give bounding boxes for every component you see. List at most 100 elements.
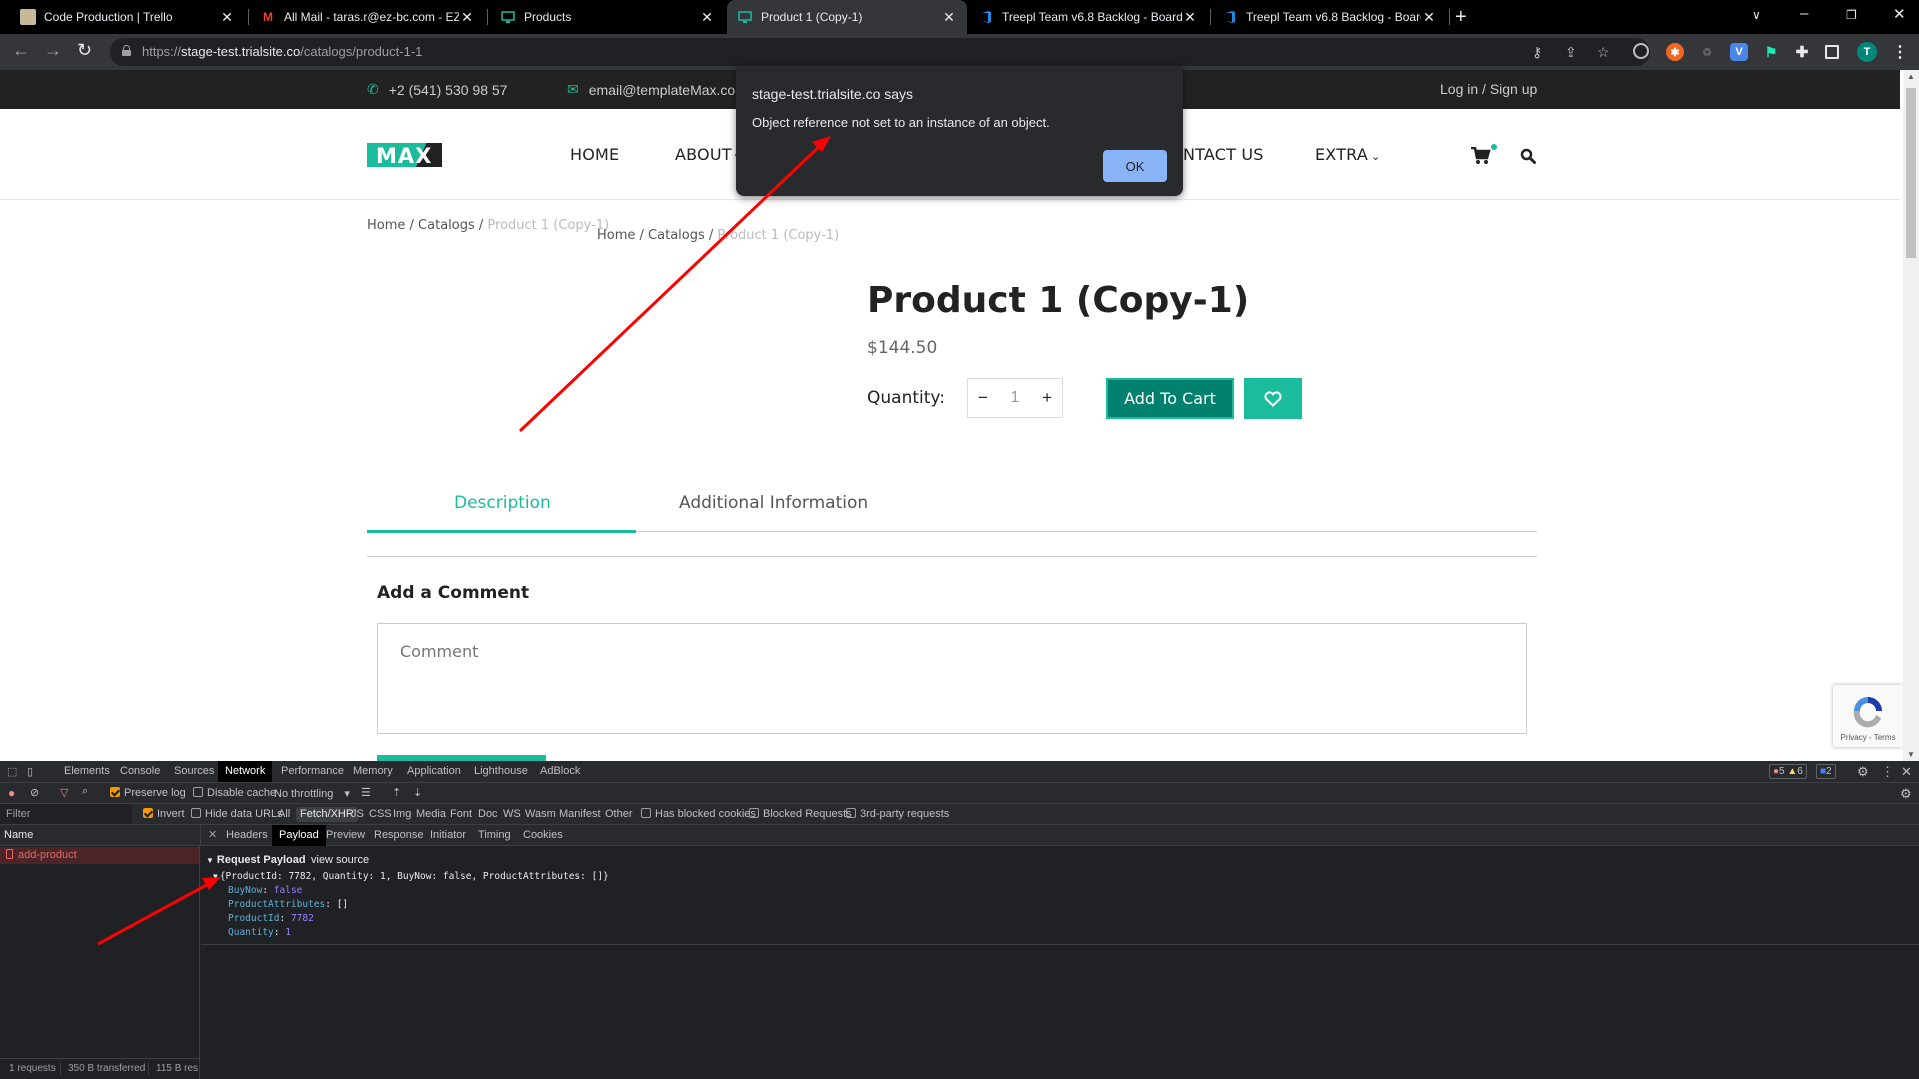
filter-type-wasm[interactable]: Wasm bbox=[521, 807, 560, 822]
devtools-tab-elements[interactable]: Elements bbox=[57, 761, 117, 782]
comment-textarea[interactable] bbox=[377, 623, 1527, 734]
quantity-input[interactable]: 1 bbox=[1011, 389, 1020, 407]
extension-v-icon[interactable]: V bbox=[1730, 43, 1748, 61]
close-detail-icon[interactable]: ✕ bbox=[208, 828, 217, 841]
view-source-link[interactable]: view source bbox=[311, 854, 369, 866]
close-tab-icon[interactable]: ✕ bbox=[219, 9, 235, 26]
throttling-select[interactable]: No throttling ▾ bbox=[274, 787, 350, 800]
add-to-cart-button[interactable]: Add To Cart bbox=[1106, 378, 1234, 419]
filter-type-all[interactable]: All bbox=[274, 807, 294, 822]
extensions-puzzle-icon[interactable]: ✚ bbox=[1793, 43, 1811, 61]
record-icon[interactable]: ● bbox=[8, 786, 15, 800]
close-window-button[interactable]: ✕ bbox=[1893, 5, 1906, 23]
new-tab-button[interactable]: + bbox=[1455, 6, 1467, 29]
close-tab-icon[interactable]: ✕ bbox=[1182, 9, 1198, 26]
issues-counter[interactable]: ●5 ▲6 bbox=[1769, 764, 1807, 779]
reload-button[interactable]: ↻ bbox=[77, 40, 92, 61]
devtools-tab-sources[interactable]: Sources bbox=[167, 761, 221, 782]
url-text[interactable]: https://stage-test.trialsite.co/catalogs… bbox=[142, 44, 422, 59]
close-tab-icon[interactable]: ✕ bbox=[459, 9, 475, 26]
device-toolbar-icon[interactable]: ▯ bbox=[27, 765, 33, 778]
filter-type-media[interactable]: Media bbox=[412, 807, 450, 822]
share-icon[interactable]: ⇪ bbox=[1565, 44, 1577, 61]
back-button[interactable]: ← bbox=[12, 40, 30, 61]
dialog-ok-button[interactable]: OK bbox=[1103, 150, 1167, 182]
network-settings-icon[interactable]: ⚙ bbox=[1900, 786, 1912, 802]
login-signup-link[interactable]: Log in / Sign up bbox=[1440, 81, 1537, 97]
quantity-increment-button[interactable]: + bbox=[1042, 388, 1052, 408]
detail-tab-timing[interactable]: Timing bbox=[471, 825, 518, 846]
hide-data-urls-checkbox[interactable]: Hide data URLs bbox=[191, 808, 283, 820]
detail-tab-preview[interactable]: Preview bbox=[319, 825, 372, 846]
third-party-requests-checkbox[interactable]: 3rd-party requests bbox=[846, 808, 949, 820]
export-har-icon[interactable]: ⇣ bbox=[413, 786, 422, 799]
email-contact[interactable]: ✉ email@templateMax.co bbox=[567, 81, 735, 98]
breadcrumb-home[interactable]: Home bbox=[367, 218, 405, 233]
filter-type-doc[interactable]: Doc bbox=[474, 807, 502, 822]
devtools-tab-performance[interactable]: Performance bbox=[274, 761, 351, 782]
search-icon[interactable]: ⌕ bbox=[82, 785, 88, 798]
side-panel-icon[interactable] bbox=[1825, 45, 1839, 59]
cart-icon[interactable] bbox=[1471, 147, 1491, 165]
quantity-decrement-button[interactable]: − bbox=[978, 388, 988, 408]
filter-funnel-icon[interactable]: ▽ bbox=[60, 786, 68, 799]
devtools-tab-adblock[interactable]: AdBlock bbox=[533, 761, 587, 782]
recycle-extension-icon[interactable]: ♻ bbox=[1698, 43, 1716, 61]
browser-tab[interactable]: Products ✕ bbox=[490, 0, 725, 34]
settings-gear-icon[interactable]: ⚙ bbox=[1857, 764, 1869, 780]
close-tab-icon[interactable]: ✕ bbox=[941, 9, 957, 26]
tab-additional-information[interactable]: Additional Information bbox=[679, 493, 868, 513]
more-options-icon[interactable]: ⋮ bbox=[1881, 764, 1894, 780]
devtools-tab-application[interactable]: Application bbox=[400, 761, 468, 782]
recaptcha-badge[interactable]: Privacy - Terms bbox=[1833, 685, 1903, 747]
name-column-header[interactable]: Name bbox=[4, 829, 33, 841]
devtools-tab-memory[interactable]: Memory bbox=[346, 761, 400, 782]
filter-type-font[interactable]: Font bbox=[446, 807, 476, 822]
tab-search-icon[interactable]: ∨ bbox=[1752, 8, 1761, 22]
preserve-log-checkbox[interactable]: Preserve log bbox=[110, 787, 186, 799]
nav-extra[interactable]: EXTRA ⌄ bbox=[1315, 145, 1380, 164]
request-payload-section[interactable]: ▼ Request Payload bbox=[206, 854, 306, 866]
profile-avatar[interactable]: T bbox=[1857, 42, 1877, 62]
blocked-requests-checkbox[interactable]: Blocked Requests bbox=[749, 808, 852, 820]
invert-checkbox[interactable]: Invert bbox=[143, 808, 185, 820]
detail-tab-cookies[interactable]: Cookies bbox=[516, 825, 570, 846]
clear-icon[interactable]: ⊘ bbox=[30, 786, 39, 799]
chrome-menu-icon[interactable]: ⋮ bbox=[1891, 43, 1909, 61]
restore-button[interactable]: ❐ bbox=[1846, 8, 1857, 22]
request-row-add-product[interactable]: add-product bbox=[0, 847, 199, 864]
browser-tab[interactable]: Code Production | Trello ✕ bbox=[10, 0, 245, 34]
extension-figure-icon[interactable]: ⚑ bbox=[1762, 43, 1780, 61]
scroll-down-arrow[interactable]: ▼ bbox=[1907, 750, 1915, 759]
devtools-tab-lighthouse[interactable]: Lighthouse bbox=[467, 761, 535, 782]
filter-type-other[interactable]: Other bbox=[601, 807, 637, 822]
browser-tab-active[interactable]: Product 1 (Copy-1) ✕ bbox=[727, 0, 967, 34]
devtools-tab-network[interactable]: Network bbox=[218, 761, 273, 782]
nav-home[interactable]: HOME bbox=[570, 145, 619, 164]
forward-button[interactable]: → bbox=[44, 40, 62, 61]
nav-about[interactable]: ABOUT▾ bbox=[675, 145, 740, 164]
detail-tab-response[interactable]: Response bbox=[367, 825, 431, 846]
page-scrollbar[interactable]: ▲ ▼ bbox=[1903, 70, 1919, 761]
address-bar[interactable]: https://stage-test.trialsite.co/catalogs… bbox=[110, 38, 1650, 66]
password-key-icon[interactable]: ⚷ bbox=[1532, 44, 1542, 61]
minimize-button[interactable]: – bbox=[1800, 5, 1808, 22]
payload-summary[interactable]: ▼ {ProductId: 7782, Quantity: 1, BuyNow: … bbox=[213, 871, 609, 882]
filter-type-manifest[interactable]: Manifest bbox=[555, 807, 605, 822]
scrollbar-thumb[interactable] bbox=[1906, 88, 1916, 258]
close-tab-icon[interactable]: ✕ bbox=[699, 9, 715, 26]
recaptcha-privacy-terms[interactable]: Privacy - Terms bbox=[1833, 733, 1903, 742]
phone-contact[interactable]: ✆ +2 (541) 530 98 57 bbox=[367, 81, 507, 98]
extension-icon[interactable] bbox=[1633, 43, 1649, 59]
disable-cache-checkbox[interactable]: Disable cache bbox=[193, 787, 276, 799]
messages-counter[interactable]: ■2 bbox=[1816, 764, 1836, 779]
tab-description[interactable]: Description bbox=[454, 493, 551, 513]
extension-icon[interactable]: ✱ bbox=[1666, 43, 1684, 61]
network-conditions-icon[interactable]: ☰ bbox=[361, 786, 371, 799]
detail-tab-payload[interactable]: Payload bbox=[272, 825, 326, 846]
wishlist-button[interactable] bbox=[1244, 378, 1302, 419]
close-tab-icon[interactable]: ✕ bbox=[1421, 9, 1437, 26]
breadcrumb-catalogs[interactable]: Catalogs bbox=[648, 228, 705, 243]
devtools-tab-console[interactable]: Console bbox=[113, 761, 167, 782]
browser-tab[interactable]: Treepl Team v6.8 Backlog - Board ✕ bbox=[968, 0, 1208, 34]
